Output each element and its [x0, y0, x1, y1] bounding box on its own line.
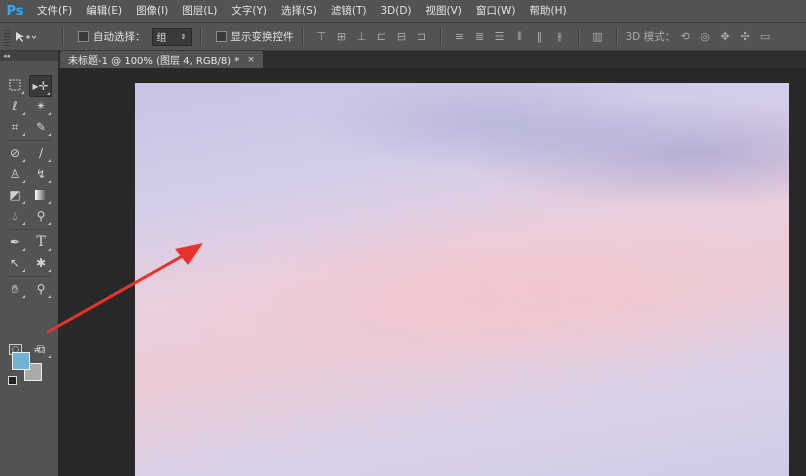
default-colors-icon[interactable]: [8, 376, 17, 385]
canvas-area: [58, 68, 806, 476]
tool-row: ⌗ ✎: [4, 117, 56, 137]
divider: [615, 27, 618, 46]
divider: [439, 27, 442, 46]
type-tool-icon[interactable]: T: [30, 232, 52, 252]
tool-row: ✒ T: [4, 232, 56, 252]
menu-bar: Ps 文件(F) 编辑(E) 图像(I) 图层(L) 文字(Y) 选择(S) 滤…: [0, 0, 806, 23]
auto-select-label: 自动选择：: [93, 31, 146, 43]
updown-icon: ⇕: [180, 32, 187, 41]
document-tab-title: 未标题-1 @ 100% (图层 4, RGB/8) *: [68, 56, 240, 67]
tool-row: ▸✛: [4, 75, 56, 97]
document-canvas[interactable]: [135, 83, 789, 476]
divider: [199, 27, 202, 46]
menu-window[interactable]: 窗口(W): [469, 0, 523, 22]
divider: [301, 27, 304, 46]
menu-layer[interactable]: 图层(L): [175, 0, 224, 22]
path-selection-icon[interactable]: ↖: [4, 253, 26, 273]
align-right-icon[interactable]: ⊐: [415, 30, 429, 44]
align-top-icon[interactable]: ⊤: [315, 30, 329, 44]
auto-select-dropdown[interactable]: 组 ⇕: [151, 27, 192, 46]
hand-tool-icon[interactable]: ✋︎: [4, 279, 26, 299]
show-transform-label: 显示变换控件: [230, 31, 294, 43]
menu-edit[interactable]: 编辑(E): [79, 0, 129, 22]
menu-view[interactable]: 视图(V): [419, 0, 469, 22]
document-tab[interactable]: 未标题-1 @ 100% (图层 4, RGB/8) * ×: [60, 51, 263, 68]
menu-image[interactable]: 图像(I): [129, 0, 175, 22]
magic-wand-icon[interactable]: ✴: [30, 96, 52, 116]
clone-stamp-icon[interactable]: ♙: [4, 164, 26, 184]
toolbox-collapse-button[interactable]: ◂◂: [0, 51, 58, 61]
distribute-top-icon[interactable]: ≡: [453, 30, 467, 44]
divider: [577, 27, 580, 46]
tool-preset-picker[interactable]: [14, 27, 48, 47]
brush-tool-icon[interactable]: ∕: [30, 143, 52, 163]
menu-type[interactable]: 文字(Y): [224, 0, 274, 22]
3d-drag-icon[interactable]: ✥: [718, 30, 732, 44]
align-hcenter-icon[interactable]: ⊟: [395, 30, 409, 44]
options-grip[interactable]: [4, 27, 10, 46]
document-tab-bar: 未标题-1 @ 100% (图层 4, RGB/8) * ×: [58, 51, 806, 68]
distribute-hcenter-icon[interactable]: ‖: [533, 30, 547, 44]
screen-mode-icon[interactable]: ⧉: [30, 339, 52, 359]
3d-rotate-icon[interactable]: ⟲: [678, 30, 692, 44]
3d-scale-icon[interactable]: ▭: [758, 30, 772, 44]
zoom-tool-icon[interactable]: ⚲: [30, 279, 52, 299]
toolbox: ◂◂ ▸✛ ℓ ✴ ⌗ ✎ ⊘ ∕ ♙ ↯ ◩ 💧︎ ⚲ ✒ T ↖ ✱ ✋︎ …: [0, 51, 59, 476]
tool-divider: [6, 276, 52, 277]
tool-row: ⊘ ∕: [4, 143, 56, 163]
history-brush-icon[interactable]: ↯: [30, 164, 52, 184]
crop-tool-icon[interactable]: ⌗: [4, 117, 26, 137]
auto-align-icon[interactable]: ▥: [591, 30, 605, 44]
3d-roll-icon[interactable]: ◎: [698, 30, 712, 44]
tool-row: ♙ ↯: [4, 164, 56, 184]
close-icon[interactable]: ×: [247, 55, 255, 65]
tool-row: ✋︎ ⚲: [4, 279, 56, 299]
gradient-tool-icon[interactable]: [30, 185, 52, 205]
pen-tool-icon[interactable]: ✒: [4, 232, 26, 252]
align-vcenter-icon[interactable]: ⊞: [335, 30, 349, 44]
distribute-vcenter-icon[interactable]: ≣: [473, 30, 487, 44]
distribute-bottom-icon[interactable]: ☰: [493, 30, 507, 44]
blur-tool-icon[interactable]: 💧︎: [4, 206, 26, 226]
tool-row: ◩: [4, 185, 56, 205]
menu-file[interactable]: 文件(F): [30, 0, 79, 22]
align-bottom-icon[interactable]: ⊥: [355, 30, 369, 44]
menu-help[interactable]: 帮助(H): [523, 0, 574, 22]
lasso-tool-icon[interactable]: ℓ: [4, 96, 26, 116]
menu-filter[interactable]: 滤镜(T): [324, 0, 374, 22]
tool-row: ℓ ✴: [4, 96, 56, 116]
auto-select-checkbox[interactable]: [78, 31, 89, 42]
auto-select-value: 组: [156, 33, 167, 44]
3d-slide-icon[interactable]: ✣: [738, 30, 752, 44]
show-transform-checkbox[interactable]: [215, 31, 227, 42]
distribute-right-icon[interactable]: ⫵: [553, 30, 567, 44]
divider: [62, 27, 64, 46]
tool-divider: [6, 229, 52, 230]
distribute-left-icon[interactable]: ⫴: [513, 30, 527, 44]
menu-select[interactable]: 选择(S): [274, 0, 324, 22]
tool-divider: [6, 140, 52, 141]
foreground-color-swatch-top[interactable]: [12, 352, 30, 370]
marquee-tool-icon[interactable]: [4, 75, 25, 95]
menu-3d[interactable]: 3D(D): [373, 0, 418, 22]
move-tool-icon: [16, 31, 36, 42]
tool-row: 💧︎ ⚲: [4, 206, 56, 226]
3d-mode-label: 3D 模式：: [625, 31, 676, 43]
photoshop-logo: Ps: [6, 3, 24, 19]
dodge-tool-icon[interactable]: ⚲: [30, 206, 52, 226]
healing-brush-icon[interactable]: ⊘: [4, 143, 26, 163]
options-bar: 自动选择： 组 ⇕ 显示变换控件 ⊤ ⊞ ⊥ ⊏ ⊟ ⊐ ≡ ≣ ☰ ⫴ ‖ ⫵…: [0, 23, 806, 51]
custom-shape-icon[interactable]: ✱: [30, 253, 52, 273]
tool-row: ↖ ✱: [4, 253, 56, 273]
eyedropper-icon[interactable]: ✎: [30, 117, 52, 137]
align-left-icon[interactable]: ⊏: [375, 30, 389, 44]
eraser-tool-icon[interactable]: ◩: [4, 185, 26, 205]
move-tool-icon[interactable]: ▸✛: [29, 75, 52, 97]
